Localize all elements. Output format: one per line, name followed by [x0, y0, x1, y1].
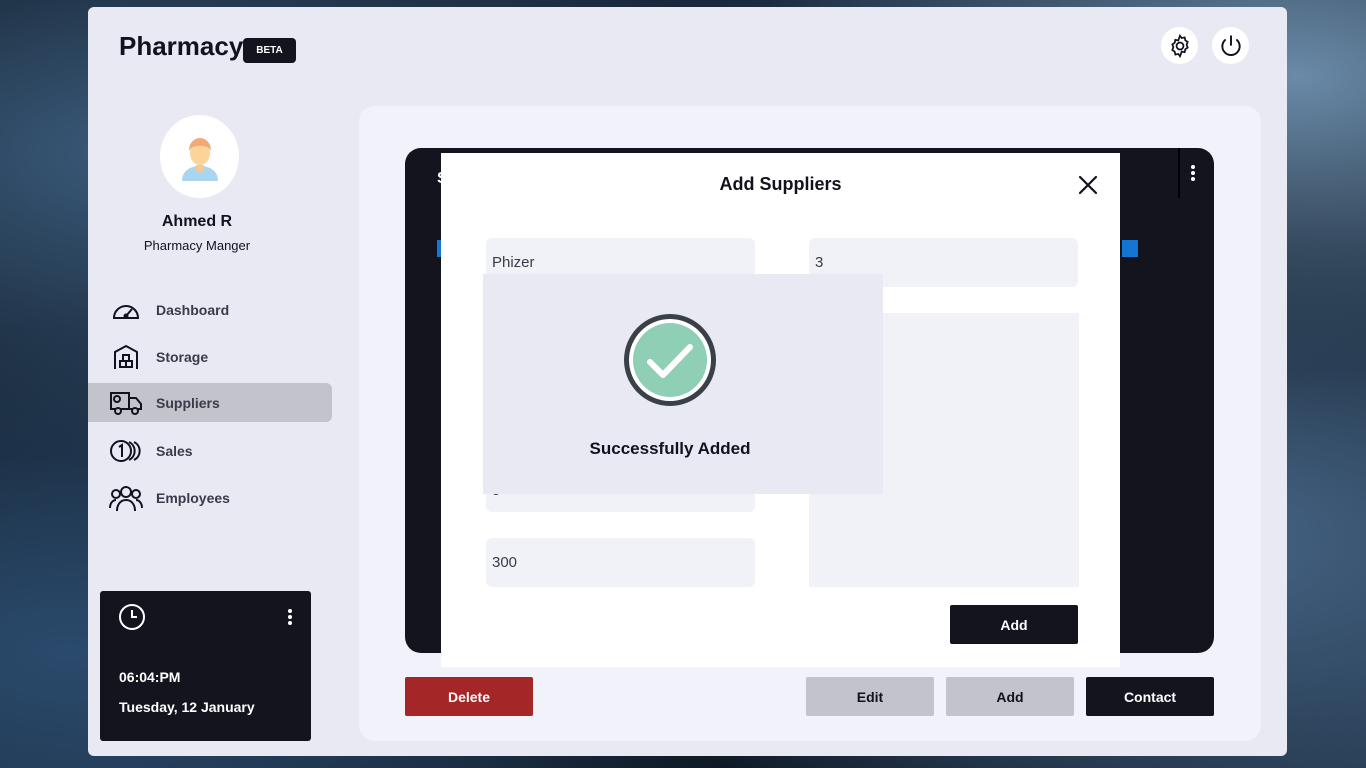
supplier-amount-field[interactable]	[486, 538, 755, 587]
success-toast: Successfully Added	[483, 274, 883, 494]
sidebar-item-dashboard[interactable]: Dashboard	[88, 290, 332, 329]
settings-button[interactable]	[1161, 27, 1198, 64]
clock-date: Tuesday, 12 January	[119, 699, 255, 715]
people-icon	[108, 484, 144, 512]
user-name: Ahmed R	[161, 213, 233, 230]
contact-button[interactable]: Contact	[1086, 677, 1214, 716]
power-icon	[1220, 34, 1241, 56]
avatar	[160, 115, 239, 198]
sidebar-item-label: Storage	[156, 348, 209, 365]
clock-widget: 06:04:PM Tuesday, 12 January	[100, 591, 311, 741]
sidebar-item-label: Sales	[156, 442, 193, 459]
table-header-accent	[1122, 240, 1138, 257]
delete-button[interactable]: Delete	[405, 677, 533, 716]
beta-badge: BETA	[243, 38, 296, 63]
close-icon[interactable]	[1076, 173, 1100, 197]
add-button[interactable]: Add	[946, 677, 1074, 716]
truck-icon	[108, 389, 144, 417]
coins-icon	[108, 437, 144, 465]
modal-add-button[interactable]: Add	[950, 605, 1078, 644]
clock-time: 06:04:PM	[119, 669, 181, 685]
app-title: Pharmacy	[119, 31, 244, 61]
sidebar-item-label: Suppliers	[156, 394, 220, 411]
gear-icon	[1170, 33, 1189, 58]
sidebar-item-label: Employees	[156, 489, 230, 506]
kebab-menu-icon[interactable]	[287, 608, 293, 626]
modal-title: Add Suppliers	[719, 174, 842, 194]
clock-icon	[119, 604, 145, 630]
power-button[interactable]	[1212, 27, 1249, 64]
speedometer-icon	[108, 296, 144, 324]
sidebar-item-employees[interactable]: Employees	[88, 478, 332, 517]
user-role: Pharmacy Manger	[143, 238, 251, 253]
kebab-menu-icon[interactable]	[1190, 164, 1196, 182]
sidebar-item-storage[interactable]: Storage	[88, 337, 332, 376]
toast-message: Successfully Added	[589, 439, 751, 458]
warehouse-icon	[108, 343, 144, 371]
divider	[1178, 148, 1180, 198]
sidebar-item-sales[interactable]: Sales	[88, 431, 332, 470]
sidebar-item-label: Dashboard	[156, 301, 230, 318]
sidebar-item-suppliers[interactable]: Suppliers	[88, 383, 332, 422]
check-circle-icon	[624, 314, 716, 406]
edit-button[interactable]: Edit	[806, 677, 934, 716]
